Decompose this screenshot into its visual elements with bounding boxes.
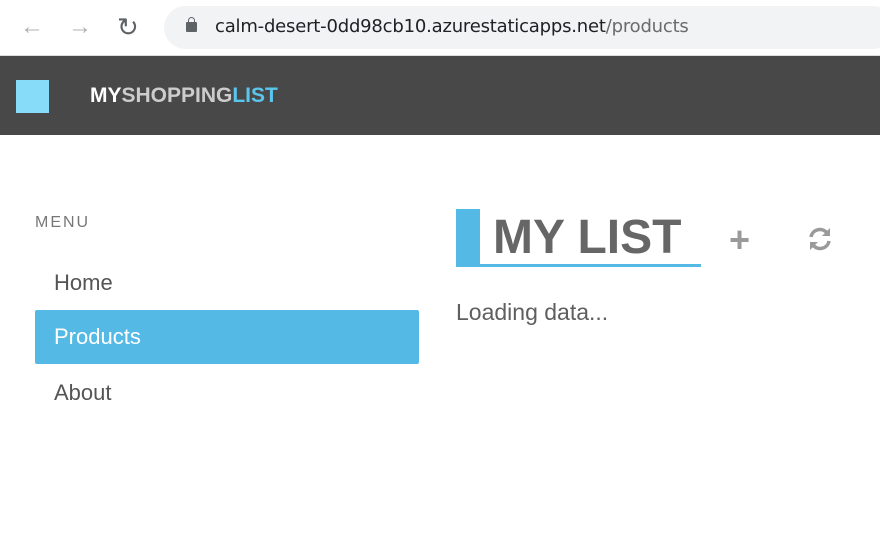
- menu-label: MENU: [35, 214, 91, 231]
- back-icon[interactable]: ←: [20, 12, 44, 42]
- url-path: /products: [605, 16, 689, 37]
- loading-status: Loading data...: [456, 299, 609, 325]
- url-host: calm-desert-0dd98cb10.azurestaticapps.ne…: [215, 16, 606, 37]
- refresh-button[interactable]: [806, 225, 834, 258]
- refresh-icon: [809, 227, 831, 251]
- add-button[interactable]: +: [729, 220, 750, 260]
- forward-icon[interactable]: →: [68, 12, 92, 42]
- url-text[interactable]: calm-desert-0dd98cb10.azurestaticapps.ne…: [215, 16, 689, 37]
- sidebar-item-about[interactable]: About: [35, 366, 419, 420]
- brand-title[interactable]: MYSHOPPINGLIST: [90, 84, 278, 108]
- page-title: MY LIST: [493, 211, 682, 264]
- logo-icon[interactable]: [16, 80, 49, 113]
- title-accent-bar: [456, 209, 480, 266]
- sidebar-item-products[interactable]: Products: [35, 310, 419, 364]
- reload-icon[interactable]: ↻: [117, 12, 139, 42]
- brand-my: MY: [90, 84, 122, 107]
- brand-shopping: SHOPPING: [121, 84, 233, 107]
- sidebar-item-home[interactable]: Home: [35, 256, 419, 310]
- lock-icon: [186, 17, 197, 32]
- brand-list: LIST: [232, 84, 278, 107]
- browser-toolbar: ← → ↻ calm-desert-0dd98cb10.azurestatica…: [0, 0, 880, 56]
